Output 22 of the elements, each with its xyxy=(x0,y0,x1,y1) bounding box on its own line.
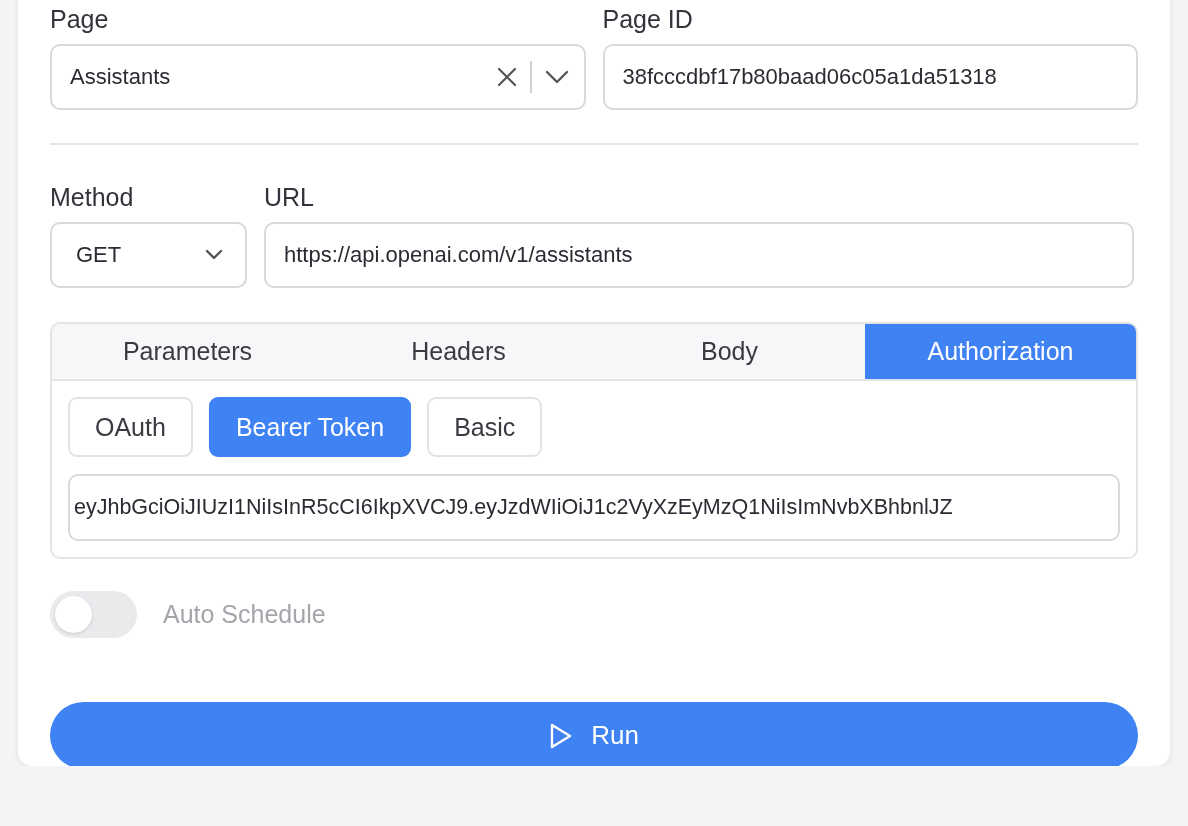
auth-type-button[interactable]: Bearer Token xyxy=(208,397,412,457)
tab[interactable]: Body xyxy=(594,324,865,379)
token-field[interactable]: eyJhbGciOiJIUzI1NiIsInR5cCI6IkpXVCJ9.eyJzdWIiOiJ1c2VyXzEyMzQ1NiIsImNvbXBhbnlJZ xyxy=(68,474,1120,541)
chevron-down-icon[interactable] xyxy=(543,69,570,85)
page-select[interactable]: Assistants xyxy=(50,44,586,110)
page-id-field[interactable]: 38fcccdbf17b80baad06c05a1da51318 xyxy=(602,44,1138,110)
run-button[interactable]: Run xyxy=(50,702,1138,766)
field-label: URL xyxy=(264,182,314,212)
url-field[interactable]: https://api.openai.com/v1/assistants xyxy=(264,222,1134,288)
toggle-label: Auto Schedule xyxy=(163,600,326,629)
field-label: Page xyxy=(50,4,109,34)
clear-icon[interactable] xyxy=(495,66,518,88)
auth-type-button[interactable]: Basic xyxy=(427,397,543,457)
tab[interactable]: Headers xyxy=(323,324,594,379)
field-label: Method xyxy=(50,182,134,212)
chevron-down-icon xyxy=(205,249,223,261)
auth-type-button[interactable]: OAuth xyxy=(68,397,193,457)
field-label: Page ID xyxy=(602,4,693,34)
tab[interactable]: Parameters xyxy=(52,324,323,379)
tab[interactable]: Authorization xyxy=(865,324,1136,379)
method-select[interactable]: GET xyxy=(50,222,247,288)
play-icon xyxy=(549,721,574,750)
